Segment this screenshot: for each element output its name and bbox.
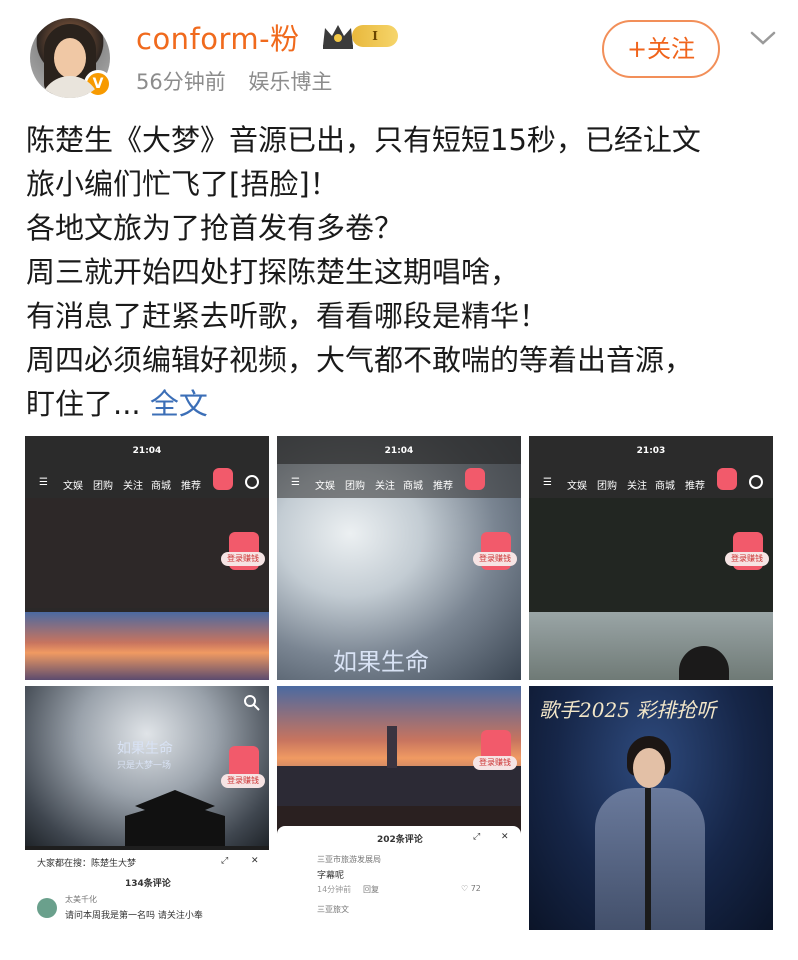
status-bar: 21:04 xyxy=(25,436,269,464)
post-image-4[interactable]: 如果生命 只是大梦一场 登录赚钱 大家都在搜：陈楚生大梦 ⤢ ✕ 134条评论 … xyxy=(25,686,269,930)
video-caption: 如果生命 xyxy=(333,648,429,676)
crown-icon xyxy=(323,25,353,49)
mic-stand xyxy=(645,788,651,930)
status-bar: 21:04 xyxy=(277,436,521,464)
menu-icon: ☰ xyxy=(39,477,48,488)
pagoda-silhouette xyxy=(125,790,225,846)
post-line-last: 盯住了... 全文 xyxy=(26,382,786,426)
post-line: 有消息了赶紧去听歌，看看哪段是精华！ xyxy=(26,299,549,333)
post-text: 陈楚生《大梦》音源已出，只有短短15秒，已经让文 旅小编们忙飞了[捂脸]！ 各地… xyxy=(26,118,786,426)
comment-count: 202条评论 xyxy=(377,835,423,845)
menu-icon: ☰ xyxy=(543,477,552,488)
redbag-icon xyxy=(717,468,737,490)
comment-date: 14分钟前 xyxy=(317,885,352,894)
post-image-3[interactable]: 21:03 ☰ 文娱 团购 关注 商城 推荐 登录赚钱 xyxy=(529,436,773,680)
search-icon xyxy=(244,695,260,711)
redbag-label: 登录赚钱 xyxy=(221,552,265,566)
singer-face xyxy=(633,748,665,788)
redbag-label: 登录赚钱 xyxy=(221,774,265,788)
menu-icon: ☰ xyxy=(291,477,300,488)
app-nav: ☰ 文娱 团购 关注 商城 推荐 xyxy=(25,464,269,498)
comment-count: 134条评论 xyxy=(125,879,171,889)
title-art: 歌手2025 彩排抢听 xyxy=(539,698,717,722)
reply-button[interactable]: 回复 xyxy=(363,884,379,895)
post-line: 周四必须编辑好视频，大气都不敢喘的等着出音源， xyxy=(26,343,694,377)
redbag-label: 登录赚钱 xyxy=(473,756,517,770)
follow-button[interactable]: +关注 xyxy=(602,20,720,78)
search-icon xyxy=(749,475,763,489)
commenter-avatar xyxy=(37,898,57,918)
post-line-end: 盯住了... xyxy=(26,387,141,421)
comment-text: 字幕呢 xyxy=(317,871,345,881)
commenter-name-2: 三亚旅文 xyxy=(317,905,349,914)
search-icon xyxy=(245,475,259,489)
redbag-label: 登录赚钱 xyxy=(725,552,769,566)
image-grid: 21:04 ☰ 文娱 团购 关注 商城 推荐 登录赚钱 21:04 ☰ 文娱 团… xyxy=(25,436,773,930)
post-meta: 56分钟前 娱乐博主 xyxy=(136,66,348,96)
close-icon[interactable]: ✕ xyxy=(251,856,259,866)
post-time: 56分钟前 xyxy=(136,70,226,94)
post-image-5[interactable]: 登录赚钱 202条评论 ⤢ ✕ 三亚市旅游发展局 字幕呢 14分钟前 回复 ♡ … xyxy=(277,686,521,930)
search-suggestion[interactable]: 大家都在搜：陈楚生大梦 xyxy=(37,856,136,869)
app-nav: ☰ 文娱 团购 关注 商城 推荐 xyxy=(277,464,521,498)
comment-text: 请问本周我是第一名吗 请关注小奉 xyxy=(65,911,203,921)
level-badge: I xyxy=(352,25,398,47)
post-line: 陈楚生《大梦》音源已出，只有短短15秒，已经让文 xyxy=(26,123,701,157)
post-image-1[interactable]: 21:04 ☰ 文娱 团购 关注 商城 推荐 登录赚钱 xyxy=(25,436,269,680)
like-count[interactable]: ♡ 72 xyxy=(461,884,481,893)
post-line: 旅小编们忙飞了[捂脸]！ xyxy=(26,167,339,201)
app-nav: ☰ 文娱 团购 关注 商城 推荐 xyxy=(529,464,773,498)
video-caption: 如果生命 xyxy=(117,741,173,757)
post-header: V conform-粉 I 56分钟前 娱乐博主 +关注 xyxy=(0,0,798,110)
commenter-name: 三亚市旅游发展局 xyxy=(317,855,381,864)
post-line: 各地文旅为了抢首发有多卷？ xyxy=(26,211,404,245)
post-image-6[interactable]: 歌手2025 彩排抢听 xyxy=(529,686,773,930)
comment-panel: 大家都在搜：陈楚生大梦 ⤢ ✕ 134条评论 太美千化 请问本周我是第一名吗 请… xyxy=(25,850,269,930)
post-line: 周三就开始四处打探陈楚生这期唱啥， xyxy=(26,255,520,289)
redbag-icon xyxy=(213,468,233,490)
redbag-label: 登录赚钱 xyxy=(473,552,517,566)
close-icon[interactable]: ✕ xyxy=(501,832,509,842)
redbag-icon xyxy=(465,468,485,490)
video-caption-sub: 只是大梦一场 xyxy=(117,761,172,771)
fulltext-link[interactable]: 全文 xyxy=(150,387,208,421)
status-bar: 21:03 xyxy=(529,436,773,464)
commenter-name: 太美千化 xyxy=(65,895,97,904)
comment-panel: 202条评论 ⤢ ✕ 三亚市旅游发展局 字幕呢 14分钟前 回复 ♡ 72 三亚… xyxy=(277,826,521,930)
post-image-2[interactable]: 21:04 ☰ 文娱 团购 关注 商城 推荐 登录赚钱 如果生命 xyxy=(277,436,521,680)
author-role: 娱乐博主 xyxy=(248,70,333,94)
username[interactable]: conform-粉 xyxy=(136,16,300,58)
chevron-down-icon[interactable] xyxy=(748,28,778,48)
